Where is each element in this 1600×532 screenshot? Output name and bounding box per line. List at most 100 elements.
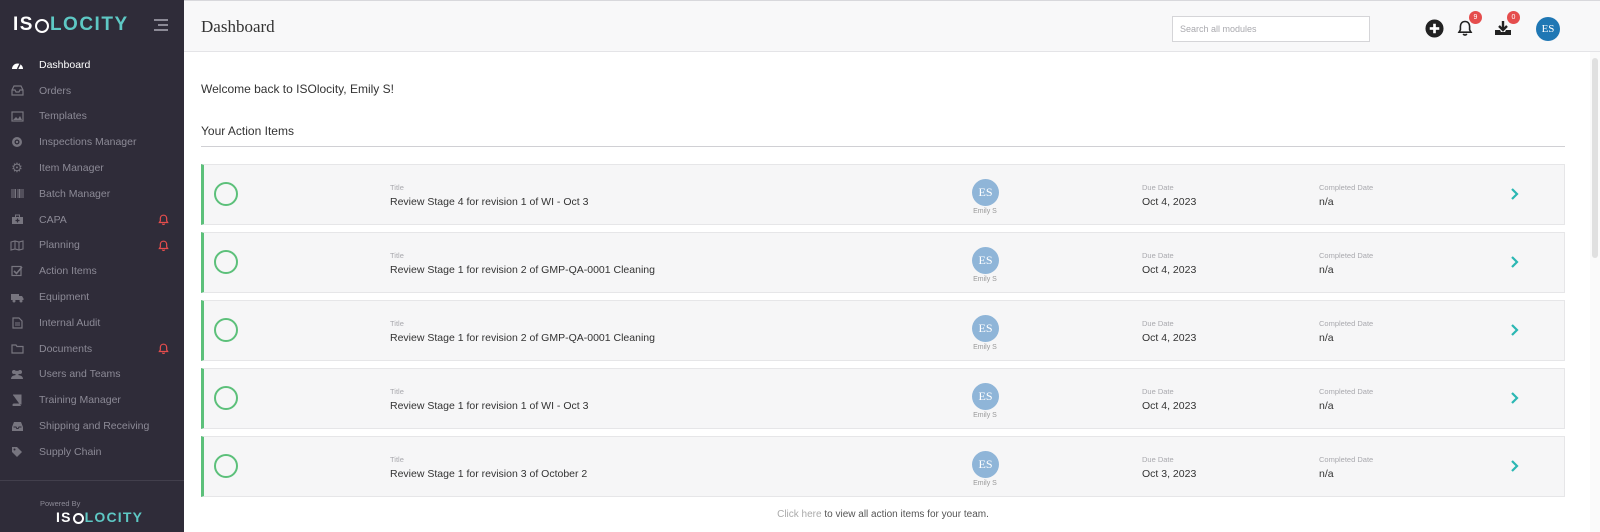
action-item-row[interactable]: Title Review Stage 1 for revision 2 of GM… [201, 232, 1565, 293]
view-all-text: to view all action items for your team. [821, 509, 989, 520]
chevron-right-icon[interactable] [1509, 323, 1521, 337]
alert-bell-icon[interactable] [158, 343, 169, 355]
due-date: Oct 4, 2023 [1142, 332, 1197, 344]
item-title: Review Stage 1 for revision 1 of WI - Oc… [390, 400, 589, 412]
due-date: Oct 4, 2023 [1142, 400, 1197, 412]
page-scrollbar[interactable] [1590, 52, 1600, 532]
menu-collapse-icon[interactable] [154, 19, 168, 31]
sidebar-item-label: Supply Chain [39, 445, 102, 458]
footer-logo-locity: LOCITY [84, 509, 144, 525]
sidebar-item-batch-manager[interactable]: Batch Manager [0, 181, 184, 207]
map-icon [10, 239, 24, 251]
assignee-name: Emily S [973, 412, 997, 419]
title-label: Title [390, 387, 404, 396]
sidebar-item-label: Internal Audit [39, 316, 101, 329]
sidebar-item-label: Templates [39, 110, 87, 123]
assignee-avatar: ES [972, 315, 999, 342]
completed-date-label: Completed Date [1319, 319, 1374, 328]
sidebar-item-action-items[interactable]: Action Items [0, 258, 184, 284]
action-item-row[interactable]: Title Review Stage 1 for revision 2 of GM… [201, 300, 1565, 361]
sidebar-item-label: Dashboard [39, 58, 91, 71]
due-date: Oct 4, 2023 [1142, 264, 1197, 276]
sidebar-item-planning[interactable]: Planning [0, 233, 184, 259]
search-input[interactable] [1172, 16, 1370, 42]
main-content: Welcome back to ISOlocity, Emily S! Your… [184, 52, 1584, 532]
notifications-button[interactable]: 9 [1455, 11, 1482, 38]
sidebar-item-inspections-manager[interactable]: Inspections Manager [0, 129, 184, 155]
image-icon [10, 110, 24, 122]
due-date-label: Due Date [1142, 251, 1174, 260]
target-icon [10, 136, 24, 148]
item-title: Review Stage 4 for revision 1 of WI - Oc… [390, 196, 589, 208]
sidebar-item-templates[interactable]: Templates [0, 104, 184, 130]
brand-logo-iso: IS [13, 14, 34, 35]
title-label: Title [390, 319, 404, 328]
sidebar-item-orders[interactable]: Orders [0, 78, 184, 104]
completed-date-label: Completed Date [1319, 455, 1374, 464]
sidebar-item-capa[interactable]: CAPA [0, 207, 184, 233]
view-all-note: Click here to view all action items for … [184, 509, 1582, 520]
sidebar-item-dashboard[interactable]: Dashboard [0, 52, 184, 78]
item-title: Review Stage 1 for revision 2 of GMP-QA-… [390, 332, 655, 344]
sidebar-item-item-manager[interactable]: ⚙ Item Manager [0, 155, 184, 181]
page-title: Dashboard [201, 17, 275, 36]
tray-icon [10, 420, 24, 432]
user-avatar[interactable]: ES [1536, 17, 1560, 41]
sidebar-nav: Dashboard Orders Templates Inspections Mana… [0, 52, 184, 465]
chevron-right-icon[interactable] [1509, 187, 1521, 201]
file-icon [10, 317, 24, 329]
powered-by-label: Powered By [40, 499, 81, 508]
assignee-name: Emily S [973, 276, 997, 283]
assignee-avatar: ES [972, 179, 999, 206]
sidebar-item-supply-chain[interactable]: Supply Chain [0, 439, 184, 465]
sidebar-item-internal-audit[interactable]: Internal Audit [0, 310, 184, 336]
folder-icon [10, 343, 24, 355]
assignee-name: Emily S [973, 344, 997, 351]
sidebar: IS LOCITY Dashboard Orders Templates Inspect… [0, 0, 184, 532]
sidebar-item-label: Orders [39, 84, 72, 97]
chevron-right-icon[interactable] [1509, 255, 1521, 269]
brand-logo[interactable]: IS LOCITY [13, 14, 129, 36]
downloads-button[interactable]: 0 [1493, 11, 1520, 38]
complete-checkbox[interactable] [214, 454, 238, 478]
book-icon [10, 394, 24, 407]
users-icon [10, 368, 24, 380]
complete-checkbox[interactable] [214, 250, 238, 274]
sidebar-item-training-manager[interactable]: Training Manager [0, 387, 184, 413]
action-item-row[interactable]: Title Review Stage 1 for revision 3 of Oc… [201, 436, 1565, 497]
sidebar-footer: Powered By IS LOCITY [0, 480, 184, 532]
action-item-row[interactable]: Title Review Stage 1 for revision 1 of WI… [201, 368, 1565, 429]
sidebar-item-documents[interactable]: Documents [0, 336, 184, 362]
chevron-right-icon[interactable] [1509, 459, 1521, 473]
inbox-icon [10, 85, 24, 97]
tag-icon [10, 446, 24, 458]
action-item-row[interactable]: Title Review Stage 4 for revision 1 of WI… [201, 164, 1565, 225]
add-button[interactable] [1424, 18, 1444, 38]
due-date-label: Due Date [1142, 319, 1174, 328]
alert-bell-icon[interactable] [158, 214, 169, 226]
completed-date: n/a [1319, 264, 1334, 276]
top-bar: Dashboard 9 0 ES [184, 0, 1600, 52]
truck-icon [10, 291, 24, 303]
view-all-link[interactable]: Click here [777, 509, 821, 520]
completed-date-label: Completed Date [1319, 183, 1374, 192]
scrollbar-thumb[interactable] [1592, 58, 1598, 258]
alert-bell-icon[interactable] [158, 240, 169, 252]
brand-logo-mark [34, 19, 49, 33]
due-date-label: Due Date [1142, 387, 1174, 396]
sidebar-item-label: Batch Manager [39, 187, 111, 200]
complete-checkbox[interactable] [214, 318, 238, 342]
sidebar-item-label: Inspections Manager [39, 136, 137, 149]
chevron-right-icon[interactable] [1509, 391, 1521, 405]
sidebar-item-label: Equipment [39, 291, 90, 304]
sidebar-item-equipment[interactable]: Equipment [0, 284, 184, 310]
plus-circle-icon [1424, 18, 1444, 38]
complete-checkbox[interactable] [214, 182, 238, 206]
sidebar-item-shipping-and-receiving[interactable]: Shipping and Receiving [0, 413, 184, 439]
complete-checkbox[interactable] [214, 386, 238, 410]
notifications-badge: 9 [1469, 11, 1482, 24]
medkit-icon [10, 214, 24, 226]
section-divider [201, 146, 1565, 147]
item-title: Review Stage 1 for revision 3 of October… [390, 468, 588, 480]
sidebar-item-users-and-teams[interactable]: Users and Teams [0, 362, 184, 388]
